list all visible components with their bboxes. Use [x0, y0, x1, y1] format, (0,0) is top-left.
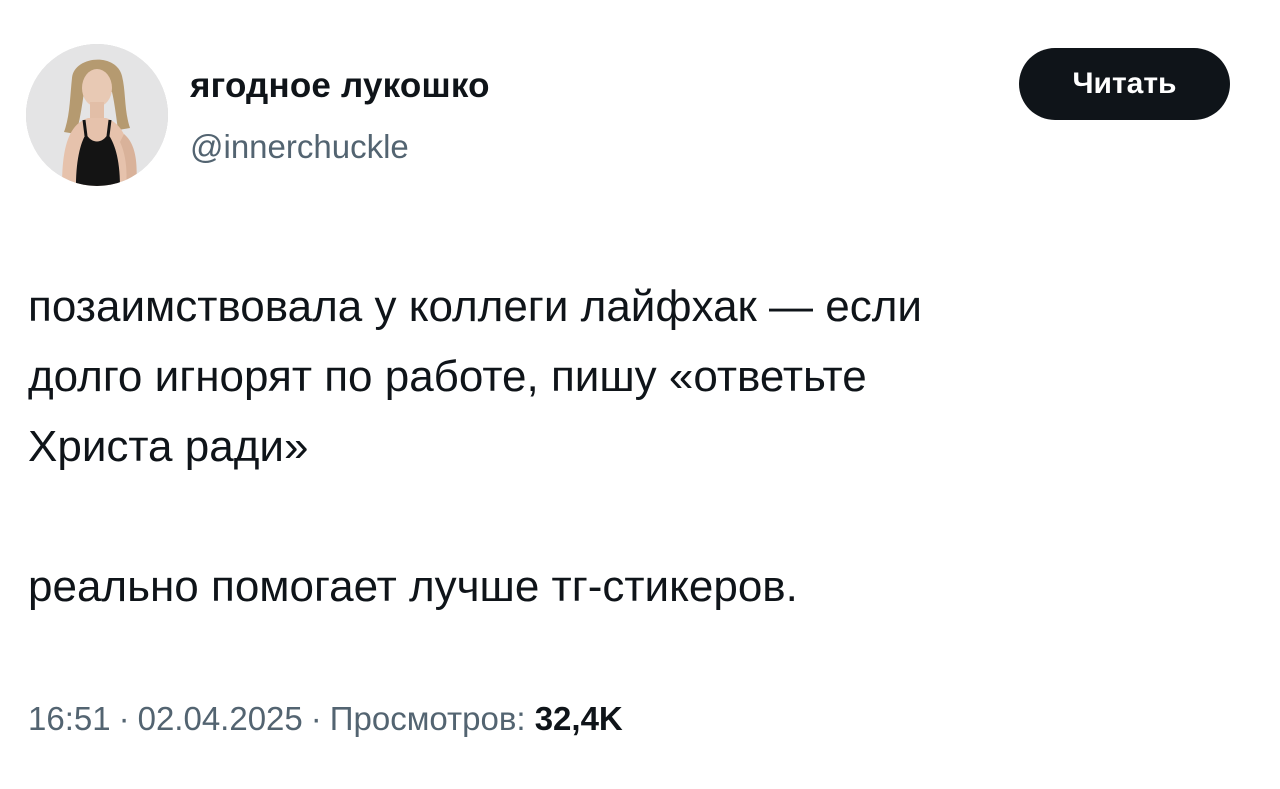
meta-separator: · — [118, 700, 130, 737]
avatar[interactable] — [26, 44, 168, 186]
tweet-text: позаимствовала у коллеги лайфхак — если … — [28, 272, 1248, 622]
tweet-text-line: позаимствовала у коллеги лайфхак — если — [28, 282, 922, 331]
meta-separator: · — [310, 700, 322, 737]
tweet-date[interactable]: 02.04.2025 — [138, 700, 303, 737]
profile-photo-icon — [26, 44, 168, 186]
tweet-text-line: Христа ради» — [28, 422, 309, 471]
read-button[interactable]: Читать — [1019, 48, 1230, 120]
tweet-text-line: долго игнорят по работе, пишу «ответьте — [28, 352, 867, 401]
author-display-name[interactable]: ягодное лукошко — [190, 66, 490, 106]
tweet-time[interactable]: 16:51 — [28, 700, 111, 737]
tweet-meta: 16:51 · 02.04.2025 · Просмотров: 32,4K — [28, 700, 623, 738]
views-count[interactable]: 32,4K — [535, 700, 623, 737]
views-label: Просмотров: — [329, 700, 526, 737]
tweet-text-line: реально помогает лучше тг-стикеров. — [28, 562, 798, 611]
author-handle[interactable]: @innerchuckle — [190, 128, 409, 166]
